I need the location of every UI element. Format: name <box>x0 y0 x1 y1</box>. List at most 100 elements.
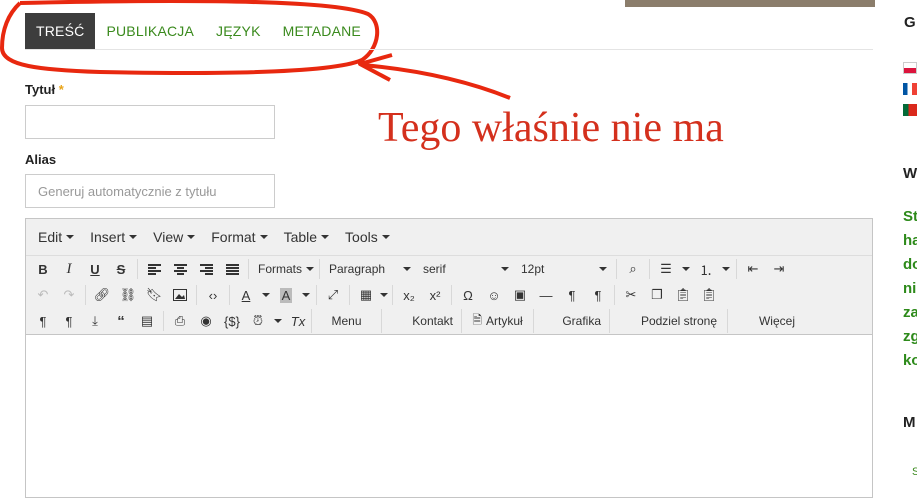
formats-dropdown[interactable]: Formats <box>252 257 316 281</box>
block-format-select[interactable]: Paragraph <box>323 257 417 281</box>
toolbar-row-3: ¶ ¶ ⤓ “ ▤ ⎙ ◉ {$} ⏰︎ Tx Menu Kontakt 🗎︎ … <box>26 308 872 334</box>
toolbar-separator <box>616 259 617 279</box>
chevron-down-icon <box>259 235 268 239</box>
chevron-down-icon[interactable] <box>259 283 273 307</box>
toolbar-separator <box>85 285 86 305</box>
paste-icon[interactable]: 📋︎ <box>670 283 696 307</box>
toolbar-separator <box>196 285 197 305</box>
visual-chars-icon[interactable]: ¶ <box>56 309 82 333</box>
tab-tresc[interactable]: TREŚĆ <box>25 13 96 49</box>
chevron-down-icon[interactable] <box>271 309 285 333</box>
template-icon[interactable]: ▤ <box>134 309 160 333</box>
menu-edit[interactable]: Edit <box>30 229 82 245</box>
background-color-icon[interactable]: A <box>273 283 299 307</box>
toolbar-separator <box>229 285 230 305</box>
menu-insert[interactable]: Insert <box>82 229 145 245</box>
sidebar-text-block: St ha do ni za zg ko <box>903 205 917 373</box>
align-left-icon[interactable] <box>141 257 167 281</box>
title-input[interactable] <box>25 105 275 139</box>
image-icon[interactable] <box>167 283 193 307</box>
font-family-select[interactable]: serif <box>417 257 515 281</box>
toolbar-separator <box>349 285 350 305</box>
menu-tools[interactable]: Tools <box>337 229 398 245</box>
chevron-down-icon[interactable] <box>299 283 313 307</box>
align-justify-icon[interactable] <box>219 257 245 281</box>
editor-content-area[interactable] <box>26 335 872 485</box>
redo-icon[interactable]: ↷ <box>56 283 82 307</box>
sidebar-text-line: ko <box>903 352 917 369</box>
print-icon[interactable]: ⎙ <box>167 309 193 333</box>
tab-publikacja[interactable]: PUBLIKACJA <box>95 13 205 49</box>
align-center-icon[interactable] <box>167 257 193 281</box>
sidebar-text-line: za <box>903 304 917 321</box>
bold-icon[interactable]: B <box>30 257 56 281</box>
font-size-select[interactable]: 12pt <box>515 257 613 281</box>
menu-view[interactable]: View <box>145 229 203 245</box>
tab-metadane[interactable]: METADANE <box>272 13 372 49</box>
podziel-strone-button[interactable]: Podziel stronę <box>609 309 727 333</box>
find-replace-icon[interactable]: ⌕ <box>620 257 646 281</box>
tab-jezyk[interactable]: JĘZYK <box>205 13 272 49</box>
chevron-down-icon[interactable] <box>379 283 389 307</box>
media-icon[interactable]: ▣ <box>507 283 533 307</box>
cut-icon[interactable]: ✂ <box>618 283 644 307</box>
chevron-down-icon[interactable] <box>719 257 733 281</box>
preview-icon[interactable]: ◉ <box>193 309 219 333</box>
emoticon-icon[interactable]: ☺ <box>481 283 507 307</box>
bullet-list-icon[interactable]: ☰ <box>653 257 679 281</box>
ltr-icon[interactable]: ¶ <box>559 283 585 307</box>
table-icon[interactable]: ▦ <box>353 283 379 307</box>
blockquote-icon[interactable]: “ <box>108 309 134 333</box>
paste-text-icon[interactable]: 📋︎ <box>696 283 722 307</box>
toolbar-row-1: B I U S Formats Paragraph serif 12pt ⌕ ☰… <box>26 256 872 282</box>
chevron-down-icon <box>306 267 315 271</box>
undo-icon[interactable]: ↶ <box>30 283 56 307</box>
rtl-icon[interactable]: ¶ <box>585 283 611 307</box>
strikethrough-icon[interactable]: S <box>108 257 134 281</box>
insert-download-icon[interactable]: ⤓ <box>82 309 108 333</box>
horizontal-rule-icon[interactable]: — <box>533 283 559 307</box>
code-icon[interactable]: ‹› <box>200 283 226 307</box>
menu-table[interactable]: Table <box>276 229 337 245</box>
grafika-button[interactable]: Grafika <box>533 309 609 333</box>
align-right-icon[interactable] <box>193 257 219 281</box>
italic-icon[interactable]: I <box>56 257 82 281</box>
chevron-down-icon[interactable] <box>679 257 693 281</box>
fullscreen-icon[interactable]: ⤢ <box>320 283 346 307</box>
wiecej-button[interactable]: Więcej <box>727 309 819 333</box>
bookmark-icon[interactable]: 🔖︎ <box>141 283 167 307</box>
sidebar-small-link[interactable]: S <box>912 466 917 478</box>
flag-fr-icon[interactable] <box>903 83 917 95</box>
chevron-down-icon <box>321 235 330 239</box>
sidebar-text-line: ni <box>903 280 917 297</box>
source-code-icon[interactable]: {$} <box>219 309 245 333</box>
chevron-down-icon <box>66 235 75 239</box>
insert-datetime-icon[interactable]: ⏰︎ <box>245 309 271 333</box>
link-icon[interactable]: 🔗︎ <box>89 283 115 307</box>
numbered-list-icon[interactable]: ⒈ <box>693 257 719 281</box>
text-color-icon[interactable]: A <box>233 283 259 307</box>
special-char-icon[interactable]: Ω <box>455 283 481 307</box>
indent-icon[interactable]: ⇥ <box>766 257 792 281</box>
superscript-icon[interactable]: x² <box>422 283 448 307</box>
toolbar-separator <box>316 285 317 305</box>
outdent-icon[interactable]: ⇤ <box>740 257 766 281</box>
alias-input[interactable] <box>25 174 275 208</box>
clear-formatting-icon[interactable]: Tx <box>285 309 311 333</box>
subscript-icon[interactable]: x₂ <box>396 283 422 307</box>
menu-button[interactable]: Menu <box>311 309 381 333</box>
artykul-button[interactable]: 🗎︎ Artykuł <box>461 309 533 333</box>
toolbar-separator <box>248 259 249 279</box>
chevron-down-icon <box>403 267 411 271</box>
toolbar-separator <box>736 259 737 279</box>
kontakt-button[interactable]: Kontakt <box>381 309 461 333</box>
menu-format[interactable]: Format <box>203 229 275 245</box>
required-mark: * <box>58 82 64 97</box>
unlink-icon[interactable]: ⛓︎ <box>115 283 141 307</box>
flag-pt-icon[interactable] <box>903 104 917 116</box>
paragraph-icon[interactable]: ¶ <box>30 309 56 333</box>
flag-pl-icon[interactable] <box>903 62 917 74</box>
underline-icon[interactable]: U <box>82 257 108 281</box>
copy-icon[interactable]: ❐ <box>644 283 670 307</box>
toolbar-separator <box>614 285 615 305</box>
